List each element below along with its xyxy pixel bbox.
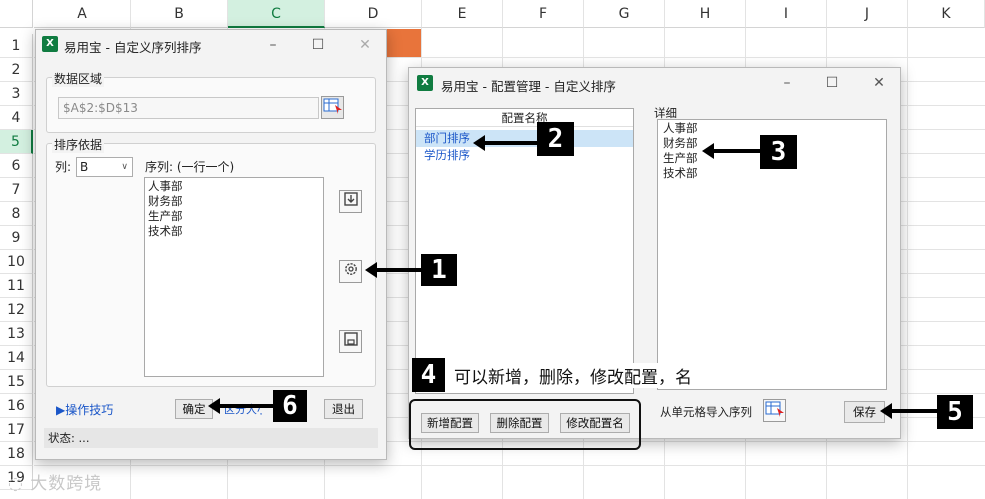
import-sequence-icon[interactable] <box>339 190 362 213</box>
row-header-12[interactable]: 12 <box>0 298 33 322</box>
annotation-badge-3: 3 <box>760 135 797 169</box>
excel-icon: X <box>417 75 433 91</box>
row-header-17[interactable]: 17 <box>0 418 33 442</box>
column-select[interactable]: B ∨ <box>76 157 133 177</box>
highlight-box <box>409 399 641 450</box>
row-header-16[interactable]: 16 <box>0 394 33 418</box>
status-bar: 状态: ... <box>44 428 378 448</box>
grid-line <box>907 28 908 499</box>
column-header-h[interactable]: H <box>665 0 746 28</box>
column-header-b[interactable]: B <box>131 0 228 28</box>
dialog1-title: 易用宝 - 自定义序列排序 <box>64 40 202 55</box>
minimize-button[interactable]: – <box>263 35 283 55</box>
annotation-badge-2: 2 <box>537 122 574 156</box>
dialog2-title: 易用宝 - 配置管理 - 自定义排序 <box>441 79 616 94</box>
annotation-badge-4: 4 <box>412 358 445 392</box>
row-header-6[interactable]: 6 <box>0 154 33 178</box>
row-header-2[interactable]: 2 <box>0 58 33 82</box>
row-header-3[interactable]: 3 <box>0 82 33 106</box>
column-header-i[interactable]: I <box>746 0 827 28</box>
save-icon[interactable] <box>339 330 362 353</box>
maximize-button[interactable]: ☐ <box>308 35 328 55</box>
column-header-k[interactable]: K <box>908 0 985 28</box>
range-select-icon[interactable] <box>321 96 344 119</box>
import-from-cells-label: 从单元格导入序列 <box>660 405 752 419</box>
column-header-c[interactable]: C <box>228 0 325 28</box>
arrow-6 <box>208 398 273 414</box>
row-header-8[interactable]: 8 <box>0 202 33 226</box>
dialog2-titlebar[interactable]: X 易用宝 - 配置管理 - 自定义排序 – ☐ ✕ <box>409 68 900 98</box>
minimize-button[interactable]: – <box>777 73 797 93</box>
exit-button[interactable]: 退出 <box>324 399 363 419</box>
maximize-button[interactable]: ☐ <box>822 73 842 93</box>
column-header-e[interactable]: E <box>422 0 503 28</box>
config-item[interactable]: 学历排序 <box>416 147 633 164</box>
row-header-5[interactable]: 5 <box>0 130 33 154</box>
sequence-item: 财务部 <box>148 194 183 208</box>
row-header-18[interactable]: 18 <box>0 442 33 466</box>
column-header-a[interactable]: A <box>34 0 131 28</box>
row-header-4[interactable]: 4 <box>0 106 33 130</box>
annotation-badge-6: 6 <box>273 390 307 422</box>
sequence-textarea[interactable]: 人事部 财务部 生产部 技术部 <box>144 177 324 377</box>
annotation-badge-1: 1 <box>421 254 457 286</box>
column-select-value: B <box>80 160 89 174</box>
arrow-2 <box>473 135 537 151</box>
detail-item: 人事部 <box>663 121 698 135</box>
data-area-label: 数据区域 <box>52 70 105 87</box>
select-all-corner[interactable] <box>0 0 33 28</box>
arrow-5 <box>880 403 937 419</box>
row-header-11[interactable]: 11 <box>0 274 33 298</box>
column-header-j[interactable]: J <box>827 0 908 28</box>
excel-icon: X <box>42 36 58 52</box>
row-header-7[interactable]: 7 <box>0 178 33 202</box>
row-header-13[interactable]: 13 <box>0 322 33 346</box>
row-header-10[interactable]: 10 <box>0 250 33 274</box>
watermark: ◌ 大数跨境 <box>8 469 102 494</box>
column-header-d[interactable]: D <box>325 0 422 28</box>
sequence-item: 生产部 <box>148 209 183 223</box>
column-header-f[interactable]: F <box>503 0 584 28</box>
custom-sort-dialog: X 易用宝 - 自定义序列排序 – ☐ ✕ 数据区域 $A$2:$D$13 排序… <box>35 29 387 460</box>
column-label: 列: <box>55 160 72 174</box>
gear-icon[interactable] <box>339 260 362 283</box>
close-button[interactable]: ✕ <box>869 73 889 93</box>
config-name-header: 配置名称 <box>416 109 633 127</box>
save-button[interactable]: 保存 <box>844 401 885 423</box>
arrow-3 <box>702 143 760 159</box>
sequence-label: 序列: (一行一个) <box>145 160 235 174</box>
grid-line <box>34 465 985 466</box>
watermark-logo-icon: ◌ <box>8 474 24 494</box>
column-header-g[interactable]: G <box>584 0 665 28</box>
data-area-input[interactable]: $A$2:$D$13 <box>58 97 319 119</box>
row-header-14[interactable]: 14 <box>0 346 33 370</box>
row-header-9[interactable]: 9 <box>0 226 33 250</box>
row-header-1[interactable]: 1 <box>0 34 33 58</box>
close-button[interactable]: ✕ <box>355 35 375 55</box>
row-header-15[interactable]: 15 <box>0 370 33 394</box>
range-select-icon[interactable] <box>763 399 786 422</box>
annotation-badge-5: 5 <box>937 395 973 429</box>
annotation-note-4: 可以新增，删除，修改配置，名 <box>452 363 694 388</box>
sequence-item: 技术部 <box>148 224 183 238</box>
dialog1-titlebar[interactable]: X 易用宝 - 自定义序列排序 – ☐ ✕ <box>36 30 386 60</box>
chevron-down-icon: ∨ <box>121 162 128 172</box>
arrow-1 <box>365 262 421 278</box>
sort-basis-label: 排序依据 <box>52 136 105 153</box>
tips-link[interactable]: ▶操作技巧 <box>56 401 113 418</box>
watermark-text: 大数跨境 <box>30 474 103 494</box>
sequence-item: 人事部 <box>148 179 183 193</box>
config-list[interactable]: 配置名称 部门排序 学历排序 <box>415 108 634 394</box>
